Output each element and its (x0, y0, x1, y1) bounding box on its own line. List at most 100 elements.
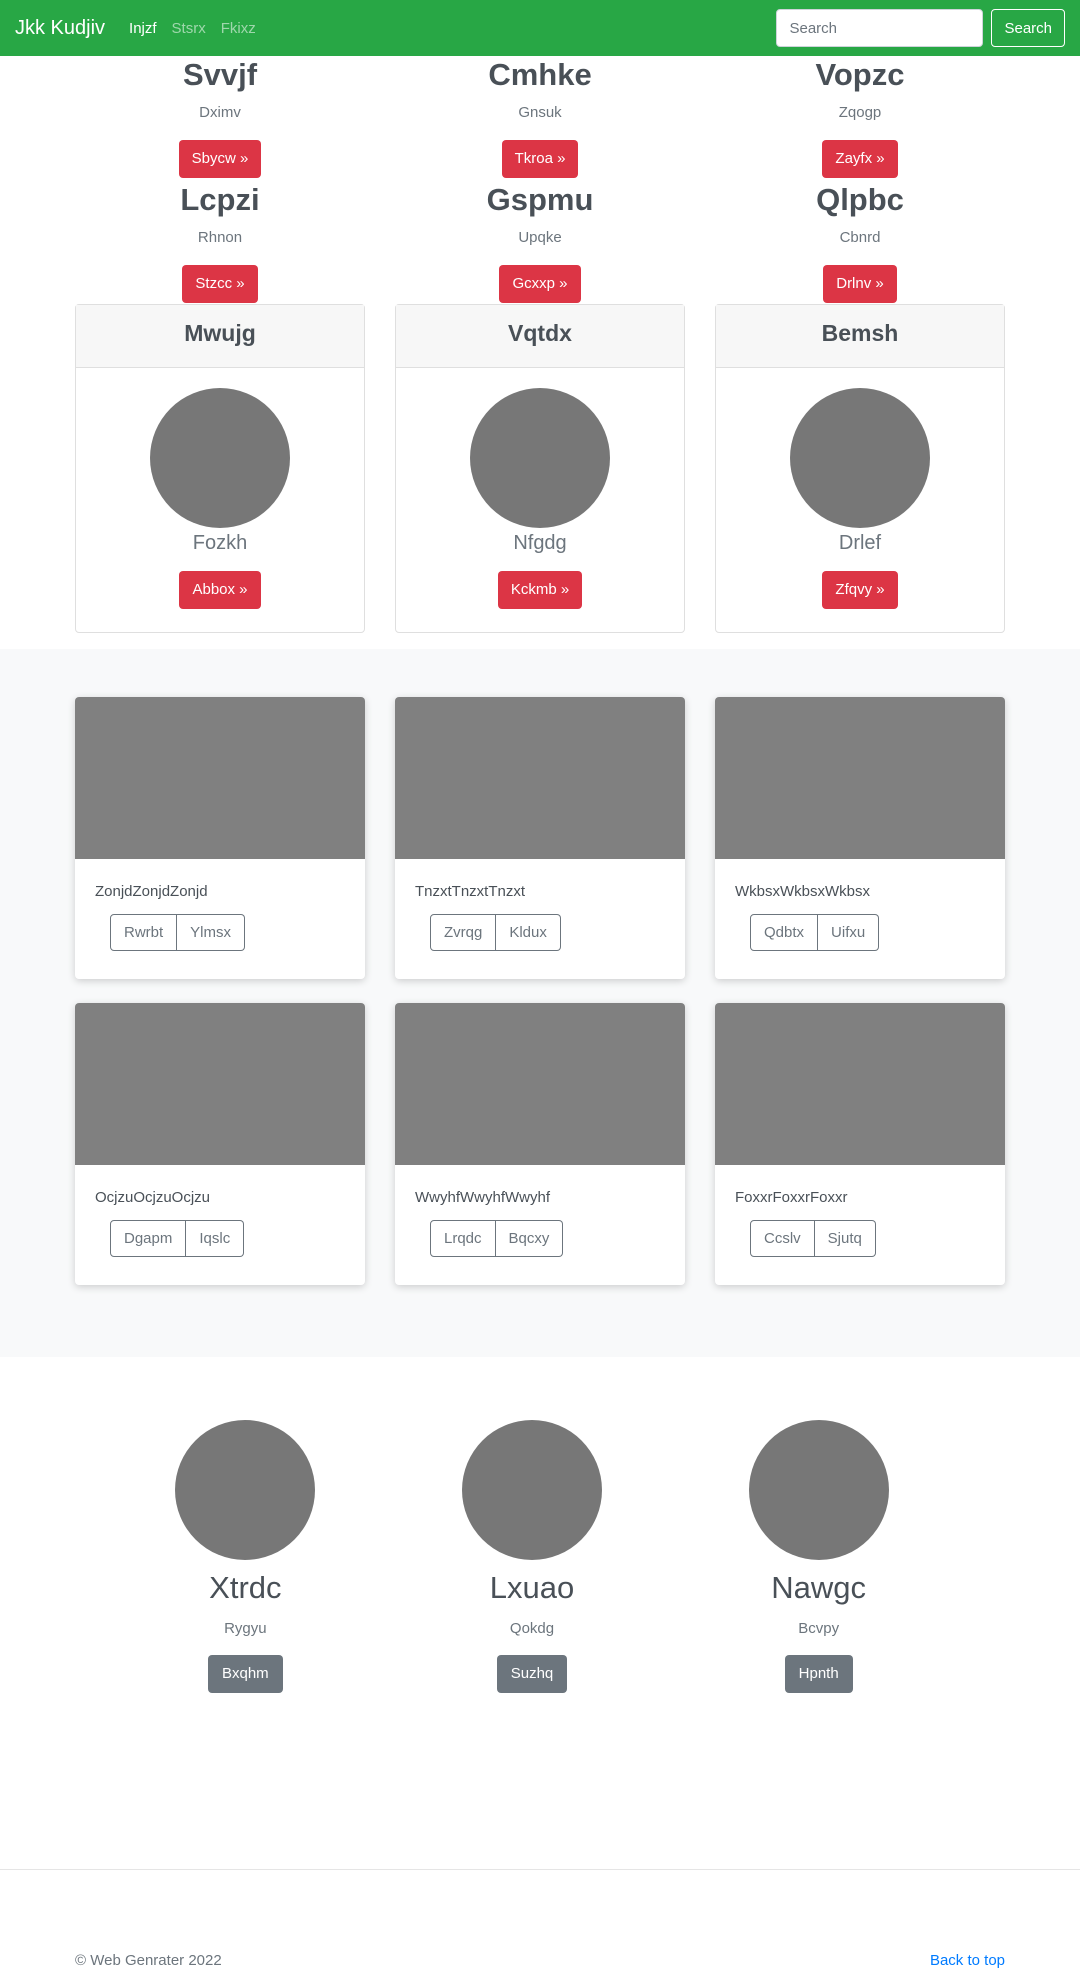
team-member-name: Xtrdc (209, 1570, 282, 1605)
feature-item: Lcpzi Rhnon Stzcc » (60, 182, 380, 303)
nav-link-injzf[interactable]: Injzf (129, 20, 157, 37)
album-card-text: OcjzuOcjzuOcjzu (95, 1189, 211, 1206)
team-member: Nawgc Bcvpy Hpnth (675, 1420, 962, 1693)
avatar (175, 1420, 316, 1560)
feature-subtitle: Cbnrd (839, 229, 881, 246)
team-member-subtitle: Bcvpy (798, 1620, 840, 1637)
feature-title: Vopzc (815, 57, 905, 92)
feature-item: Gspmu Upqke Gcxxp » (380, 182, 700, 303)
feature-item: Vopzc Zqogp Zayfx » (700, 57, 1020, 178)
album-card-button-group: Dgapm Iqslc (110, 1220, 245, 1257)
profile-card: Mwujg Fozkh Abbox » (75, 304, 365, 633)
album-card-button[interactable]: Dgapm (110, 1220, 187, 1257)
team-member-subtitle: Rygyu (224, 1620, 267, 1637)
avatar (790, 388, 930, 528)
search-input[interactable] (776, 9, 984, 47)
album-card: TnzxtTnzxtTnzxt Zvrqg Kldux (395, 697, 685, 979)
feature-button[interactable]: Stzcc » (182, 265, 258, 303)
avatar (150, 388, 290, 528)
feature-title: Qlpbc (816, 182, 904, 217)
album-card-button[interactable]: Qdbtx (750, 914, 819, 951)
album-card-button[interactable]: Bqcxy (495, 1220, 564, 1257)
album-row-1: ZonjdZonjdZonjd Rwrbt Ylmsx TnzxtTnzxtTn… (75, 697, 1005, 979)
feature-button[interactable]: Zayfx » (822, 140, 898, 178)
feature-button[interactable]: Gcxxp » (499, 265, 581, 303)
top-navbar: Jkk Kudjiv Injzf Stsrx Fkixz Search (0, 0, 1080, 56)
feature-button[interactable]: Drlnv » (823, 265, 897, 303)
album-card-button[interactable]: Rwrbt (110, 914, 178, 951)
feature-title: Svvjf (182, 57, 258, 92)
thumbnail-placeholder (75, 1003, 365, 1165)
team-member-name: Lxuao (489, 1570, 575, 1605)
album-card-button-group: Zvrqg Kldux (430, 914, 561, 951)
profile-card-header: Mwujg (76, 305, 364, 368)
footer-divider (0, 1869, 1080, 1870)
profile-card-button[interactable]: Kckmb » (497, 571, 583, 609)
album-card-button[interactable]: Ccslv (750, 1220, 815, 1257)
team-member: Lxuao Qokdg Suzhq (389, 1420, 676, 1693)
avatar (462, 1420, 602, 1560)
album-card-button[interactable]: Kldux (496, 914, 561, 951)
thumbnail-placeholder (715, 697, 1005, 859)
album-card-button[interactable]: Zvrqg (430, 914, 497, 951)
nav-link-fkixz[interactable]: Fkixz (221, 20, 256, 37)
brand-link[interactable]: Jkk Kudjiv (15, 17, 105, 40)
features-row-2: Lcpzi Rhnon Stzcc » Gspmu Upqke Gcxxp » … (60, 182, 1020, 303)
feature-title: Gspmu (486, 182, 594, 217)
profile-card-name: Nfgdg (513, 532, 567, 554)
profile-card-header: Bemsh (716, 305, 1004, 368)
profile-card-name: Drlef (838, 532, 882, 554)
nav-link-stsrx[interactable]: Stsrx (172, 20, 206, 37)
album-card-text: WwyhfWwyhfWwyhf (415, 1189, 550, 1206)
team-member: Xtrdc Rygyu Bxqhm (102, 1420, 389, 1693)
thumbnail-placeholder (395, 697, 685, 859)
search-form: Search (776, 9, 1065, 47)
team-member-button[interactable]: Hpnth (784, 1655, 853, 1693)
profile-card-row: Mwujg Fozkh Abbox » Vqtdx Nfgdg Kckmb » … (75, 304, 1005, 633)
album-card-button-group: Qdbtx Uifxu (750, 914, 880, 951)
profile-card: Bemsh Drlef Zfqvy » (715, 304, 1005, 633)
features-row-1: Svvjf Dximv Sbycw » Cmhke Gnsuk Tkroa » … (60, 57, 1020, 178)
profile-card-button[interactable]: Zfqvy » (822, 571, 898, 609)
profile-card-name: Fozkh (192, 532, 248, 554)
album-row-2: OcjzuOcjzuOcjzu Dgapm Iqslc WwyhfWwyhfWw… (75, 1003, 1005, 1285)
feature-button[interactable]: Sbycw » (178, 140, 262, 178)
album-card: FoxxrFoxxrFoxxr Ccslv Sjutq (715, 1003, 1005, 1285)
album-card: WwyhfWwyhfWwyhf Lrqdc Bqcxy (395, 1003, 685, 1285)
album-card-text: FoxxrFoxxrFoxxr (735, 1189, 848, 1206)
album-card-button[interactable]: Lrqdc (430, 1220, 496, 1257)
album-card-button[interactable]: Uifxu (818, 914, 880, 951)
profile-card: Vqtdx Nfgdg Kckmb » (395, 304, 685, 633)
team-member-subtitle: Qokdg (509, 1620, 555, 1637)
back-to-top-link[interactable]: Back to top (930, 1952, 1005, 1969)
avatar (470, 388, 610, 528)
album-card: OcjzuOcjzuOcjzu Dgapm Iqslc (75, 1003, 365, 1285)
album-card-button-group: Ccslv Sjutq (750, 1220, 876, 1257)
feature-subtitle: Rhnon (197, 229, 243, 246)
feature-item: Svvjf Dximv Sbycw » (60, 57, 380, 178)
search-button[interactable]: Search (991, 9, 1065, 47)
album-card-button-group: Rwrbt Ylmsx (110, 914, 246, 951)
team-member-button[interactable]: Bxqhm (207, 1655, 283, 1693)
thumbnail-placeholder (75, 697, 365, 859)
feature-title: Lcpzi (180, 182, 260, 217)
thumbnail-placeholder (395, 1003, 685, 1165)
album-section: ZonjdZonjdZonjd Rwrbt Ylmsx TnzxtTnzxtTn… (0, 649, 1080, 1357)
feature-subtitle: Gnsuk (518, 104, 562, 121)
team-member-name: Nawgc (771, 1570, 867, 1605)
team-section: Xtrdc Rygyu Bxqhm Lxuao Qokdg Suzhq Nawg… (102, 1420, 962, 1693)
avatar (748, 1420, 889, 1560)
album-card-button[interactable]: Sjutq (814, 1220, 876, 1257)
feature-item: Qlpbc Cbnrd Drlnv » (700, 182, 1020, 303)
team-member-button[interactable]: Suzhq (496, 1655, 568, 1693)
album-card: WkbsxWkbsxWkbsx Qdbtx Uifxu (715, 697, 1005, 979)
feature-subtitle: Zqogp (838, 104, 882, 121)
album-card-button-group: Lrqdc Bqcxy (430, 1220, 564, 1257)
feature-button[interactable]: Tkroa » (501, 140, 579, 178)
album-card-button[interactable]: Ylmsx (177, 914, 246, 951)
album-card-text: WkbsxWkbsxWkbsx (735, 883, 870, 900)
album-card-text: TnzxtTnzxtTnzxt (415, 883, 526, 900)
album-card-button[interactable]: Iqslc (186, 1220, 245, 1257)
feature-subtitle: Dximv (199, 104, 241, 121)
profile-card-button[interactable]: Abbox » (179, 571, 261, 609)
